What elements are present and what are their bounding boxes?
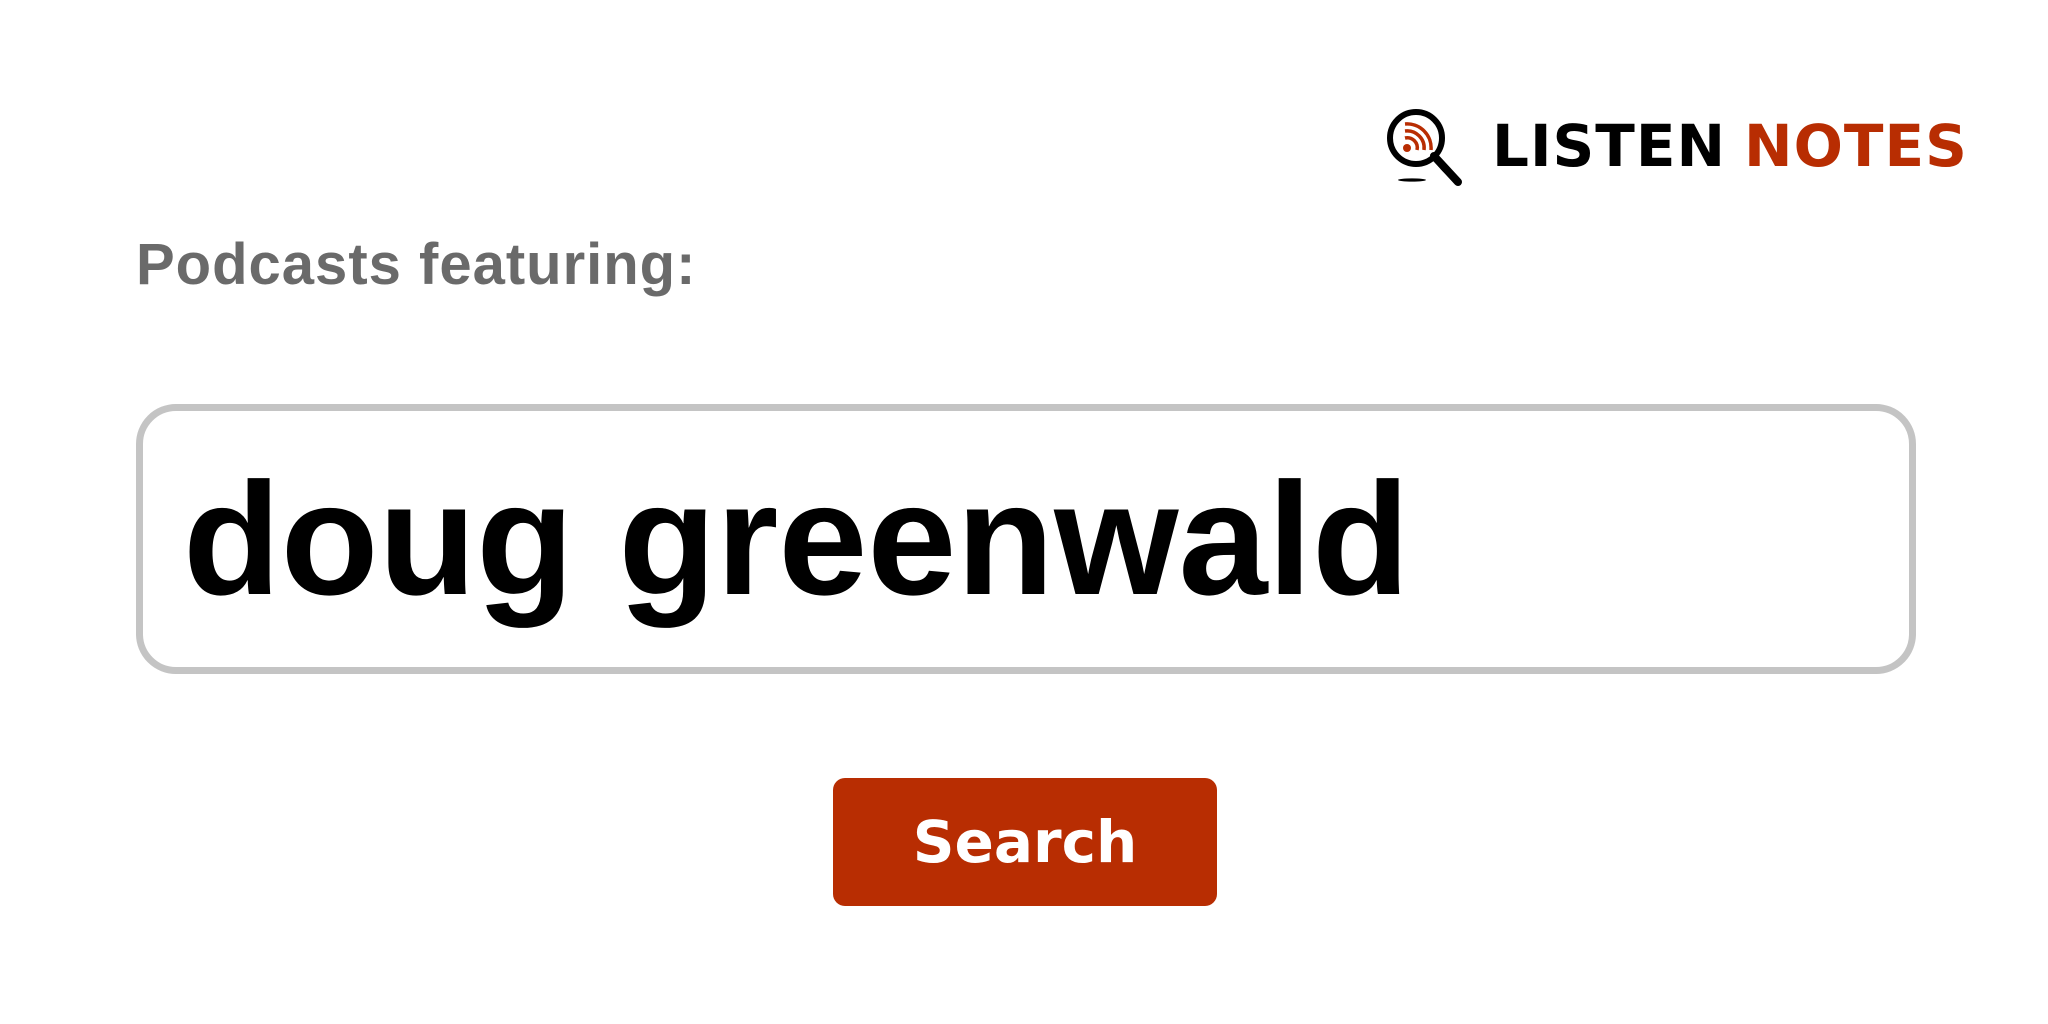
- page-title: Podcasts featuring:: [136, 232, 697, 297]
- magnifier-podcast-icon: [1387, 109, 1462, 186]
- logo-notes-text: NOTES: [1744, 112, 1968, 180]
- search-button[interactable]: Search: [833, 778, 1217, 906]
- logo-wordmark: LISTEN NOTES: [1492, 117, 1968, 175]
- logo-listen-text: LISTEN: [1492, 112, 1727, 180]
- listen-notes-logo[interactable]: LISTEN NOTES: [1384, 106, 1968, 186]
- search-input[interactable]: [143, 447, 1909, 631]
- search-box[interactable]: [136, 404, 1916, 674]
